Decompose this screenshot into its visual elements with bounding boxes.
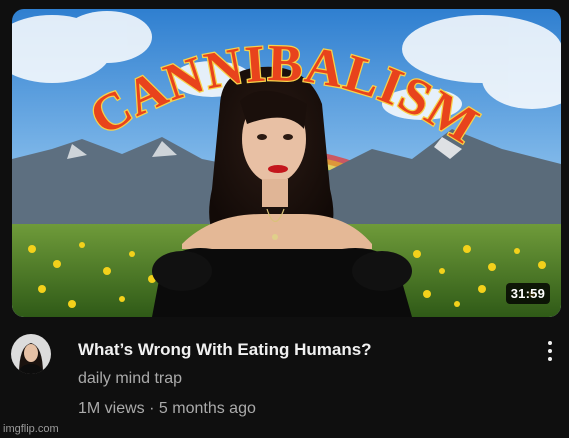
duration-badge: 31:59 [505,283,550,304]
video-thumbnail[interactable]: CANNIBALISM 31:59 [12,9,561,317]
video-card[interactable]: CANNIBALISM 31:59 What’s Wrong With Eati… [0,0,569,438]
upload-age: 5 months ago [158,400,256,417]
watermark: imgflip.com [3,423,59,435]
thumbnail-image: CANNIBALISM [12,9,561,317]
channel-name[interactable]: daily mind trap [78,369,182,389]
channel-avatar[interactable] [11,334,51,374]
view-count: 1M views [78,400,145,417]
meta-separator: · [149,400,155,417]
video-title[interactable]: What’s Wrong With Eating Humans? [78,340,518,360]
video-metadata: 1M views · 5 months ago [78,399,256,419]
more-options-button[interactable] [541,339,559,363]
